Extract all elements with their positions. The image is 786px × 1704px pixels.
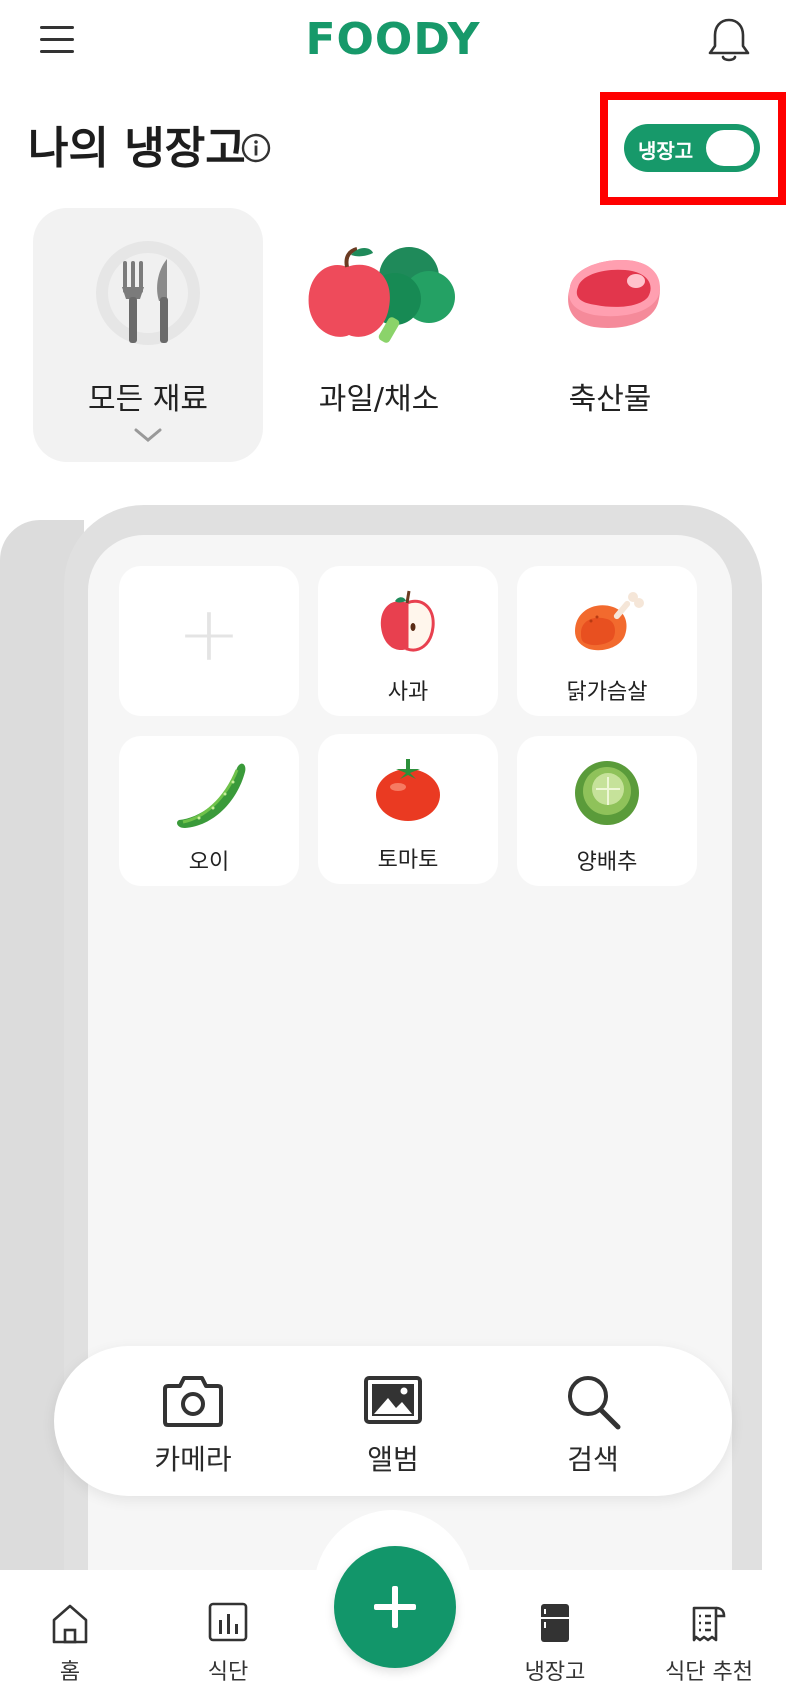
action-label: 카메라	[154, 1443, 232, 1476]
bell-icon[interactable]	[706, 16, 752, 64]
ingredient-label: 토마토	[377, 848, 439, 873]
album-icon	[293, 1372, 493, 1432]
category-fruit-vegetable[interactable]: 과일/채소	[264, 208, 494, 462]
nav-item-diet-recommend[interactable]: 식단 추천	[634, 1570, 784, 1704]
category-label: 축산물	[568, 382, 652, 417]
nav-item-diet[interactable]: 식단	[153, 1570, 303, 1704]
action-label: 앨범	[367, 1443, 419, 1476]
capture-action-bar: 카메라 앨범 검색	[54, 1346, 732, 1496]
category-label: 모든 재료	[88, 382, 208, 417]
add-fab-button[interactable]	[334, 1546, 456, 1668]
nav-label: 식단	[207, 1660, 249, 1685]
add-ingredient-button[interactable]: +	[119, 566, 299, 716]
home-icon	[0, 1602, 145, 1646]
nav-label: 냉장고	[524, 1660, 586, 1685]
fridge-toggle[interactable]: 냉장고	[624, 124, 760, 172]
plus-icon	[374, 1586, 416, 1628]
category-label: 과일/채소	[318, 382, 440, 417]
fridge-icon	[480, 1602, 630, 1646]
search-icon	[493, 1372, 693, 1432]
info-icon[interactable]	[241, 133, 271, 163]
camera-icon	[93, 1372, 293, 1432]
toggle-knob	[706, 130, 754, 166]
category-all-ingredients[interactable]: 모든 재료	[33, 208, 263, 462]
fork-knife-icon	[33, 232, 263, 362]
toggle-label: 냉장고	[638, 139, 694, 163]
chevron-down-icon[interactable]	[133, 426, 163, 444]
app-header: FOODY	[0, 0, 786, 90]
search-button[interactable]: 검색	[493, 1346, 693, 1496]
ingredient-label: 사과	[387, 680, 429, 705]
camera-button[interactable]: 카메라	[93, 1346, 293, 1496]
nav-label: 홈	[59, 1660, 81, 1685]
category-livestock[interactable]: 축산물	[495, 208, 725, 462]
ingredient-label: 양배추	[576, 850, 638, 875]
cabbage-icon	[517, 750, 697, 834]
album-button[interactable]: 앨범	[293, 1346, 493, 1496]
nav-item-fridge[interactable]: 냉장고	[480, 1570, 630, 1704]
meat-icon	[495, 232, 725, 362]
tomato-icon	[318, 748, 498, 832]
page-title: 나의 냉장고	[28, 123, 246, 174]
nav-label: 식단 추천	[665, 1660, 753, 1685]
app-logo: FOODY	[305, 14, 481, 65]
apple-vegetable-icon	[264, 232, 494, 362]
plus-icon: +	[177, 589, 241, 678]
nav-item-home[interactable]: 홈	[0, 1570, 145, 1704]
ingredient-tile-tomato[interactable]: 토마토	[318, 734, 498, 884]
action-label: 검색	[567, 1443, 619, 1476]
ingredient-label: 오이	[188, 850, 230, 875]
chicken-icon	[517, 580, 697, 664]
ingredient-label: 닭가슴살	[566, 680, 648, 705]
ingredient-tile-cucumber[interactable]: 오이	[119, 736, 299, 886]
ingredient-tile-cabbage[interactable]: 양배추	[517, 736, 697, 886]
ingredient-tile-chicken[interactable]: 닭가슴살	[517, 566, 697, 716]
ingredient-tile-apple[interactable]: 사과	[318, 566, 498, 716]
cucumber-icon	[119, 750, 299, 834]
apple-icon	[318, 580, 498, 664]
chart-icon	[153, 1602, 303, 1646]
receipt-icon	[634, 1602, 784, 1646]
